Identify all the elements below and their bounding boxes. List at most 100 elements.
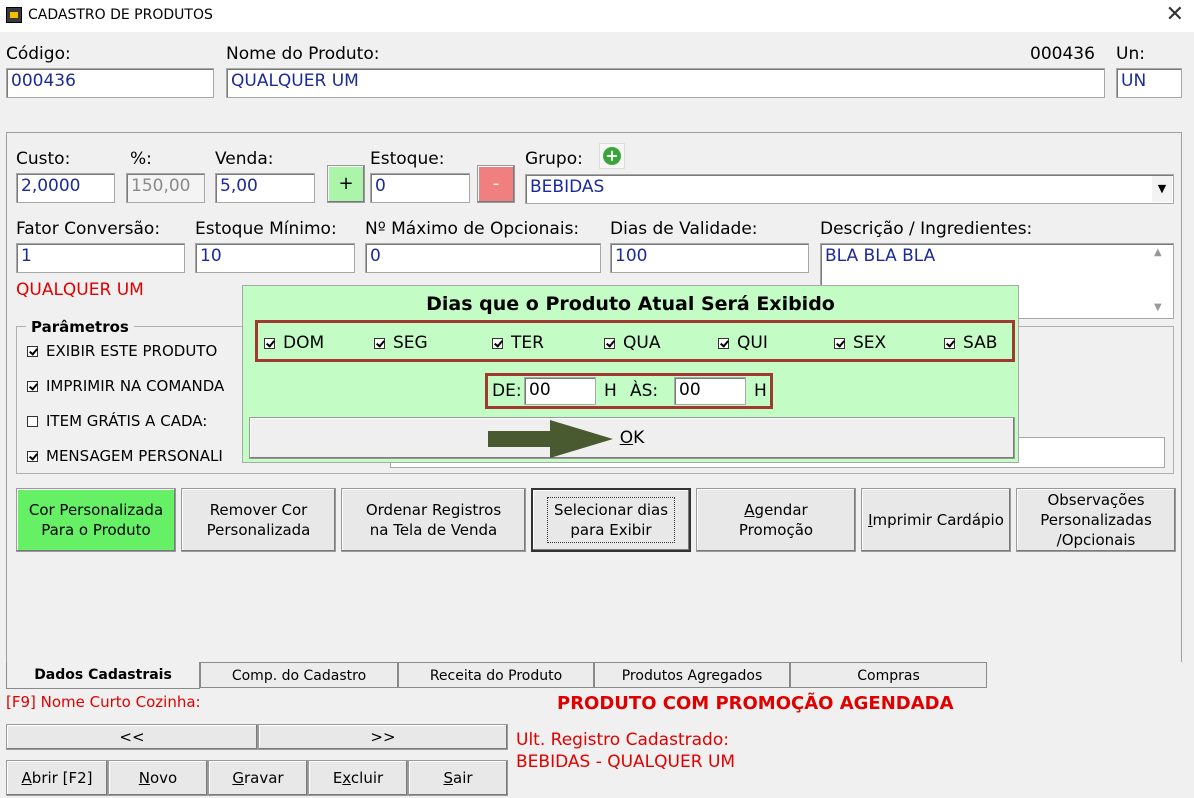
as-input[interactable]: 00 — [674, 377, 746, 405]
estmin-label: Estoque Mínimo: — [195, 219, 337, 239]
imprimir-cardapio-label: Imprimir Cardápio — [868, 511, 1004, 529]
checkbox-icon[interactable] — [374, 337, 385, 349]
custo-input[interactable]: 2,0000 — [16, 173, 115, 203]
pct-input[interactable]: 150,00 — [126, 173, 205, 203]
scroll-up-icon[interactable]: ▲ — [1154, 247, 1162, 258]
estmin-input[interactable]: 10 — [195, 243, 355, 273]
checkbox-icon[interactable] — [944, 337, 955, 349]
tab-comp-do-cadastro[interactable]: Comp. do Cadastro — [200, 662, 398, 688]
validade-label: Dias de Validade: — [610, 219, 758, 239]
checkbox-icon[interactable] — [604, 337, 615, 349]
estoque-label: Estoque: — [370, 149, 445, 169]
checkbox-icon[interactable] — [492, 337, 503, 349]
checkbox-icon[interactable] — [264, 337, 275, 349]
day-label: QUI — [737, 333, 768, 353]
checkbox-icon[interactable] — [27, 345, 38, 357]
plus-button[interactable]: + — [327, 165, 365, 203]
window-title: CADASTRO DE PRODUTOS — [28, 7, 213, 23]
parametro-checkbox[interactable]: EXIBIR ESTE PRODUTO — [27, 342, 217, 360]
imprimir-cardapio-button[interactable]: Imprimir Cardápio — [861, 488, 1011, 552]
novo-button[interactable]: Novo — [108, 760, 208, 796]
descricao-label: Descrição / Ingredientes: — [820, 219, 1033, 239]
day-checkbox-sex[interactable]: SEX — [834, 333, 886, 353]
de-input[interactable]: 00 — [524, 377, 596, 405]
parametro-label: ITEM GRÁTIS A CADA: — [46, 412, 208, 430]
parametro-label: IMPRIMIR NA COMANDA — [46, 377, 225, 395]
validade-input[interactable]: 100 — [610, 243, 809, 273]
observacoes-button[interactable]: Observações Personalizadas /Opcionais — [1016, 488, 1176, 552]
tab-compras[interactable]: Compras — [790, 662, 987, 688]
ult-registro-label: Ult. Registro Cadastrado: — [516, 730, 729, 750]
day-checkbox-qua[interactable]: QUA — [604, 333, 660, 353]
arrow-right-icon — [488, 420, 613, 458]
codigo-label: Código: — [6, 44, 71, 64]
un-input[interactable]: UN — [1116, 68, 1182, 98]
fator-input[interactable]: 1 — [16, 243, 185, 273]
day-checkbox-qui[interactable]: QUI — [718, 333, 768, 353]
scroll-down-icon[interactable]: ▼ — [1154, 302, 1162, 313]
excluir-button[interactable]: Excluir — [308, 760, 408, 796]
parametro-checkbox[interactable]: ITEM GRÁTIS A CADA: — [27, 412, 207, 430]
maxop-label: Nº Máximo de Opcionais: — [365, 219, 580, 239]
parametro-label: MENSAGEM PERSONALI — [46, 447, 223, 465]
cor-personalizada-button[interactable]: Cor Personalizada Para o Produto — [16, 488, 176, 552]
remover-cor-button[interactable]: Remover Cor Personalizada — [181, 488, 336, 552]
title-bar: CADASTRO DE PRODUTOS ✕ — [0, 0, 1194, 32]
close-icon[interactable]: ✕ — [1166, 3, 1184, 27]
tab-produtos-agregados[interactable]: Produtos Agregados — [594, 662, 790, 688]
gravar-button[interactable]: Gravar — [208, 760, 308, 796]
checkbox-icon[interactable] — [718, 337, 729, 349]
venda-input[interactable]: 5,00 — [215, 173, 315, 203]
agendar-promocao-button[interactable]: Agendar Promoção — [696, 488, 856, 552]
next-record-button[interactable]: >> — [258, 724, 508, 750]
novo-label: Novo — [138, 769, 178, 787]
parametros-title: Parâmetros — [26, 318, 134, 336]
gravar-label: Gravar — [232, 769, 284, 787]
codigo-input[interactable]: 000436 — [6, 68, 214, 98]
day-checkbox-ter[interactable]: TER — [492, 333, 544, 353]
add-group-icon[interactable]: + — [599, 143, 625, 169]
de-label: DE: — [492, 381, 522, 401]
day-label: SAB — [963, 333, 998, 353]
day-checkbox-sab[interactable]: SAB — [944, 333, 997, 353]
tab-receita-do-produto[interactable]: Receita do Produto — [398, 662, 594, 688]
sair-label: Sair — [443, 769, 473, 787]
parametro-checkbox[interactable]: IMPRIMIR NA COMANDA — [27, 377, 224, 395]
day-checkbox-seg[interactable]: SEG — [374, 333, 428, 353]
tab-dados-cadastrais[interactable]: Dados Cadastrais — [6, 662, 200, 689]
promo-alert: PRODUTO COM PROMOÇÃO AGENDADA — [557, 693, 954, 714]
day-label: SEX — [853, 333, 887, 353]
h1-label: H — [604, 381, 617, 401]
checkbox-icon[interactable] — [27, 380, 38, 392]
chevron-down-icon[interactable]: ▼ — [1152, 176, 1172, 202]
sair-button[interactable]: Sair — [408, 760, 508, 796]
estoque-input[interactable]: 0 — [370, 173, 470, 203]
checkbox-icon[interactable] — [834, 337, 845, 349]
parametro-checkbox[interactable]: MENSAGEM PERSONALI — [27, 447, 223, 465]
app-icon — [6, 7, 22, 23]
nome-curto-red: QUALQUER UM — [16, 280, 144, 300]
prev-record-button[interactable]: << — [6, 724, 258, 750]
popup-title: Dias que o Produto Atual Será Exibido — [426, 293, 835, 315]
checkbox-icon[interactable] — [27, 450, 38, 462]
ult-registro-value: BEBIDAS - QUALQUER UM — [516, 752, 736, 772]
minus-button[interactable]: - — [477, 165, 515, 203]
selecionar-dias-button[interactable]: Selecionar dias para Exibir — [531, 488, 691, 552]
ok-button[interactable]: OK — [249, 417, 1015, 459]
abrir-label: Abrir [F2] — [21, 769, 93, 787]
f9-label: [F9] Nome Curto Cozinha: — [6, 693, 201, 711]
parametro-label: EXIBIR ESTE PRODUTO — [46, 342, 218, 360]
ok-label: OK — [619, 428, 645, 448]
maxop-input[interactable]: 0 — [365, 243, 601, 273]
day-label: DOM — [283, 333, 325, 353]
nome-input[interactable]: QUALQUER UM — [226, 68, 1105, 98]
day-checkbox-dom[interactable]: DOM — [264, 333, 324, 353]
ordenar-registros-button[interactable]: Ordenar Registros na Tela de Venda — [341, 488, 526, 552]
abrir-button[interactable]: Abrir [F2] — [6, 760, 108, 796]
pct-label: %: — [130, 149, 152, 169]
venda-label: Venda: — [215, 149, 274, 169]
grupo-select[interactable]: BEBIDAS — [525, 174, 1174, 204]
checkbox-icon[interactable] — [27, 415, 38, 427]
code-readout: 000436 — [1030, 44, 1095, 64]
day-label: TER — [511, 333, 544, 353]
